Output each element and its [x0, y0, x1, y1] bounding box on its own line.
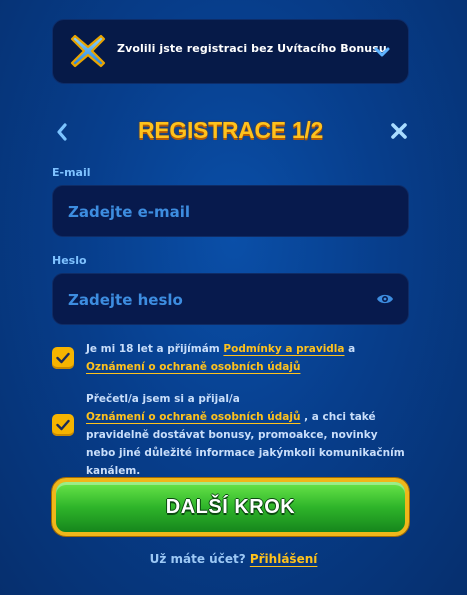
- checkmark-icon: [56, 352, 70, 364]
- x-cross-icon: [70, 34, 106, 68]
- consent-marketing: Přečetl/a jsem si a přijal/a Oznámení o …: [52, 390, 409, 477]
- password-placeholder: Zadejte heslo: [68, 291, 183, 309]
- marketing-text-prefix: Přečetl/a jsem si a přijal/a: [86, 393, 240, 405]
- bonus-text: Zvolili jste registraci bez Uvítacího Bo…: [117, 42, 387, 55]
- terms-text: Je mi 18 let a přijímám Podmínky a pravi…: [86, 340, 409, 376]
- page-title: REGISTRACE 1/2: [138, 117, 323, 143]
- terms-link[interactable]: Podmínky a pravidla: [223, 343, 344, 355]
- privacy-link-2[interactable]: Oznámení o ochraně osobních údajů: [86, 411, 300, 423]
- email-placeholder: Zadejte e-mail: [68, 203, 191, 221]
- registration-header: REGISTRACE 1/2: [52, 114, 409, 150]
- checkmark-icon: [56, 419, 70, 431]
- bonus-banner[interactable]: Zvolili jste registraci bez Uvítacího Bo…: [52, 19, 409, 84]
- terms-text-prefix: Je mi 18 let a přijímám: [86, 343, 224, 355]
- login-link[interactable]: Přihlášení: [250, 552, 318, 566]
- close-icon[interactable]: [389, 121, 409, 141]
- terms-text-mid: a: [344, 343, 356, 355]
- password-label: Heslo: [52, 254, 87, 267]
- login-prompt-text: Už máte účet?: [149, 552, 250, 566]
- login-prompt: Už máte účet? Přihlášení: [0, 552, 467, 566]
- consent-terms: Je mi 18 let a přijímám Podmínky a pravi…: [52, 340, 409, 380]
- privacy-link[interactable]: Oznámení o ochraně osobních údajů: [86, 361, 300, 373]
- password-field[interactable]: Zadejte heslo: [52, 273, 409, 325]
- email-label: E-mail: [52, 166, 91, 179]
- terms-checkbox[interactable]: [52, 347, 74, 369]
- next-step-label: DALŠÍ KROK: [165, 496, 296, 518]
- next-step-button[interactable]: DALŠÍ KROK: [52, 478, 409, 536]
- email-field[interactable]: Zadejte e-mail: [52, 185, 409, 237]
- chevron-down-icon[interactable]: [374, 46, 390, 58]
- marketing-text: Přečetl/a jsem si a přijal/a Oznámení o …: [86, 390, 409, 480]
- marketing-checkbox[interactable]: [52, 414, 74, 436]
- eye-icon[interactable]: [376, 292, 394, 306]
